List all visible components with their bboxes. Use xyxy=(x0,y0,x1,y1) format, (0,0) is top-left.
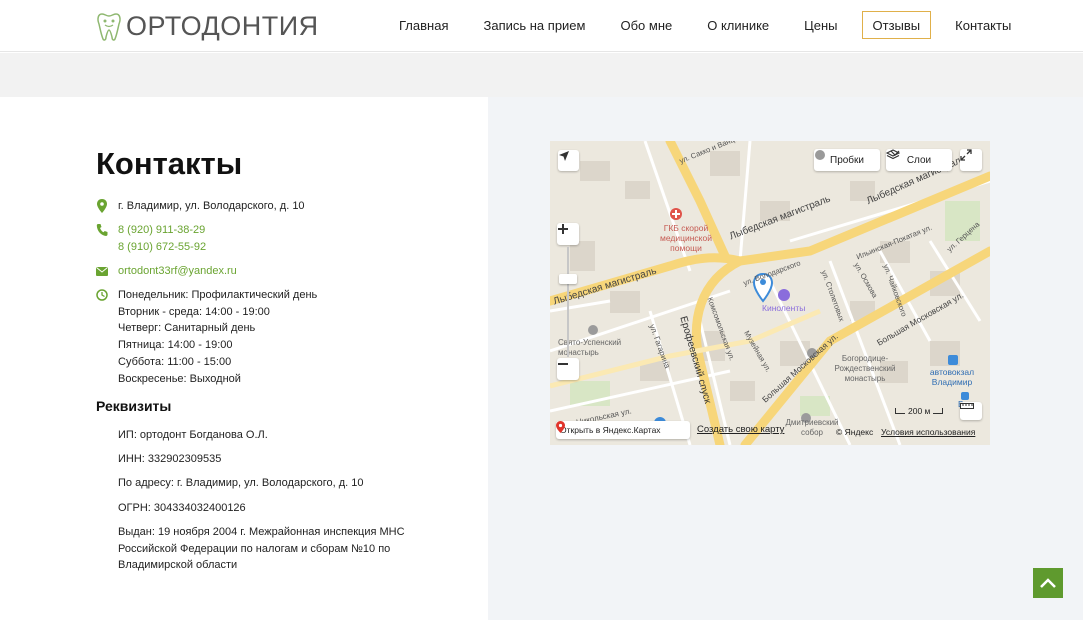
map-label-monastery: Богородице-Рождественский монастырь xyxy=(834,354,896,383)
hours-row: Понедельник: Профилактический день Вторн… xyxy=(96,287,317,387)
layers-label: Слои xyxy=(906,154,932,166)
tooth-logo-icon xyxy=(97,13,121,41)
ruler-icon xyxy=(960,403,974,409)
plus-icon xyxy=(558,224,568,234)
traffic-icon xyxy=(815,150,825,160)
logo-text: ОРТОДОНТИЯ xyxy=(126,10,319,41)
create-map-link[interactable]: Создать свою карту xyxy=(697,424,784,435)
map-zoom-out-button[interactable] xyxy=(557,358,579,380)
map-layers-button[interactable]: Слои xyxy=(886,149,952,171)
map-label-bus-station: автовокзал Владимир xyxy=(929,367,975,387)
map-ruler-button[interactable] xyxy=(960,402,982,420)
phone-icon xyxy=(96,224,108,236)
site-header: ОРТОДОНТИЯ Главная Запись на прием Обо м… xyxy=(0,0,1083,52)
traffic-label: Пробки xyxy=(830,154,864,166)
hours-line: Четверг: Санитарный день xyxy=(118,322,256,335)
navigation-arrow-icon xyxy=(559,151,569,161)
requisite-ogrn: ОГРН: 304334032400126 xyxy=(118,502,246,514)
hours-line: Вторник - среда: 14:00 - 19:00 xyxy=(118,305,270,318)
map-label-monastery: Свято-Успенский монастырь xyxy=(558,338,622,357)
open-yandex-maps-button[interactable]: Открыть в Яндекс.Картах xyxy=(556,421,690,439)
hours-line: Пятница: 14:00 - 19:00 xyxy=(118,339,233,352)
nav-item-about-me[interactable]: Обо мне xyxy=(609,11,683,39)
phone-link-1[interactable]: 8 (920) 911-38-29 xyxy=(118,222,206,239)
open-yandex-maps-label: Открыть в Яндекс.Картах xyxy=(560,425,661,435)
requisites-title: Реквизиты xyxy=(96,398,172,414)
requisite-address: По адресу: г. Владимир, ул. Володарского… xyxy=(118,477,364,489)
chevron-up-icon xyxy=(1040,578,1056,588)
requisite-issued-line: Владимирской области xyxy=(118,559,238,572)
requisite-inn: ИНН: 332902309535 xyxy=(118,453,222,465)
location-pin-icon xyxy=(97,199,107,213)
back-to-top-button[interactable] xyxy=(1033,568,1063,598)
chevron-down-icon xyxy=(890,150,900,156)
map-zoom-slider-handle[interactable] xyxy=(559,274,577,284)
minus-icon xyxy=(558,363,568,365)
email-link[interactable]: ortodont33rf@yandex.ru xyxy=(118,263,237,280)
map-terms-link[interactable]: Условия использования xyxy=(881,427,975,437)
map-scale: 200 м xyxy=(895,406,955,416)
map-zoom-in-button[interactable] xyxy=(557,223,579,245)
email-row: ortodont33rf@yandex.ru xyxy=(96,263,237,280)
map-scale-label: 200 м xyxy=(908,406,931,416)
envelope-icon xyxy=(96,267,108,276)
requisite-ip: ИП: ортодонт Богданова О.Л. xyxy=(118,429,268,441)
map-fullscreen-button[interactable] xyxy=(960,149,982,171)
page-title: Контакты xyxy=(96,146,243,181)
yandex-map[interactable]: ГКБ скорой медицинской помощи Лыбедская … xyxy=(550,141,990,445)
nav-item-reviews[interactable]: Отзывы xyxy=(861,11,932,39)
map-zoom-track[interactable] xyxy=(567,247,569,357)
address-text: г. Владимир, ул. Володарского, д. 10 xyxy=(118,200,305,212)
map-copyright: © Яндекс xyxy=(836,427,874,437)
requisite-issued-line: Выдан: 19 ноября 2004 г. Межрайонная инс… xyxy=(118,526,405,538)
map-geolocation-button[interactable] xyxy=(558,150,579,171)
clock-icon xyxy=(96,289,108,301)
red-pin-icon xyxy=(556,421,565,433)
phone-row: 8 (920) 911-38-29 8 (910) 672-55-92 xyxy=(96,222,206,255)
nav-item-home[interactable]: Главная xyxy=(388,11,459,39)
nav-item-about-clinic[interactable]: О клинике xyxy=(696,11,780,39)
map-label-hospital: ГКБ скорой медицинской помощи xyxy=(660,223,712,253)
nav-item-contacts[interactable]: Контакты xyxy=(944,11,1022,39)
logo[interactable]: ОРТОДОНТИЯ xyxy=(96,10,319,42)
address-row: г. Владимир, ул. Володарского, д. 10 xyxy=(96,198,305,215)
hours-line: Суббота: 11:00 - 15:00 xyxy=(118,355,232,368)
page-banner xyxy=(0,53,1083,97)
phone-link-2[interactable]: 8 (910) 672-55-92 xyxy=(118,239,206,256)
requisite-issued: Выдан: 19 ноября 2004 г. Межрайонная инс… xyxy=(118,524,418,574)
requisite-issued-line: Российской Федерации по налогам и сборам… xyxy=(118,542,391,555)
map-label-cathedral: Дмитриевский собор xyxy=(785,418,839,437)
expand-icon xyxy=(960,149,972,161)
nav-item-appointment[interactable]: Запись на прием xyxy=(472,11,596,39)
map-label-cinema: Киноленты xyxy=(762,303,806,313)
map-traffic-button[interactable]: Пробки xyxy=(814,149,880,171)
hours-line: Воскресенье: Выходной xyxy=(118,372,241,385)
nav-item-prices[interactable]: Цены xyxy=(793,11,848,39)
main-nav: Главная Запись на прием Обо мне О клиник… xyxy=(388,11,1035,39)
hours-line: Понедельник: Профилактический день xyxy=(118,289,318,301)
